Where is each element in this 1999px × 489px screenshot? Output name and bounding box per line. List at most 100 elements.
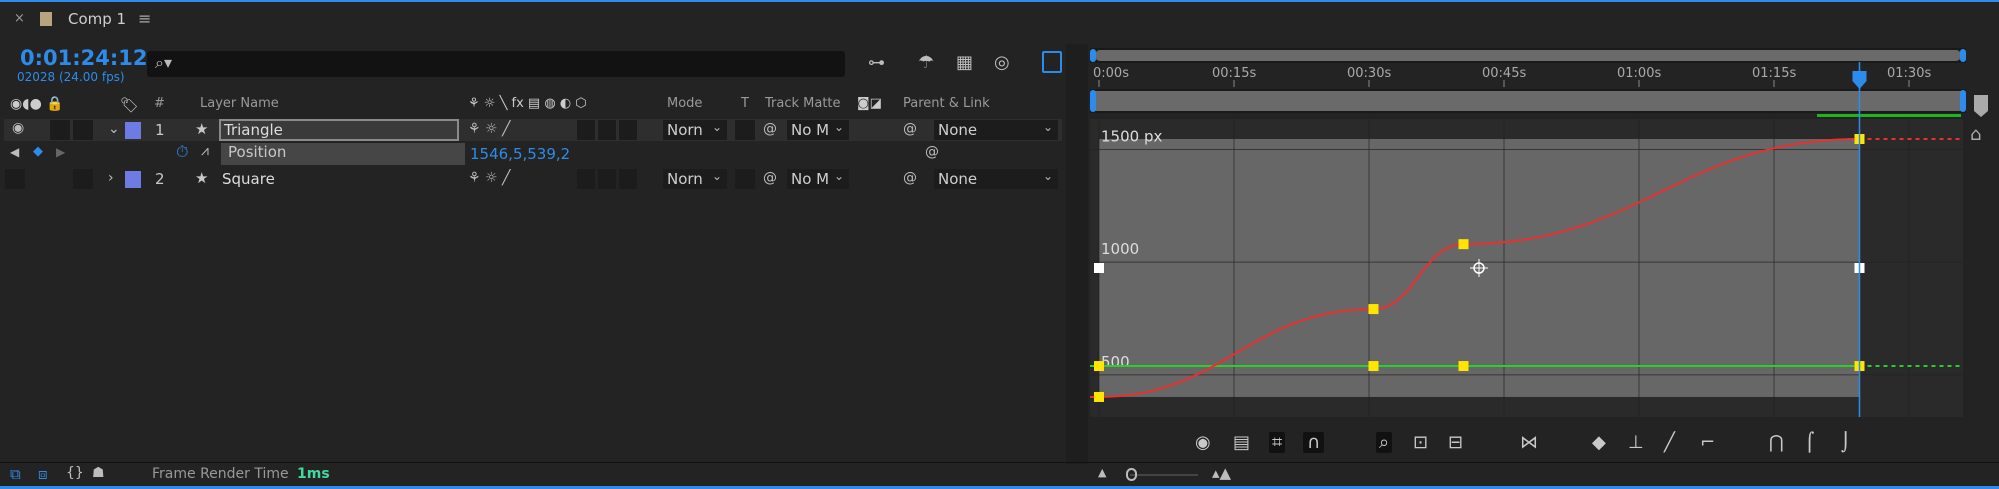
- expand-chevron-down-icon[interactable]: ⌄: [108, 121, 120, 137]
- work-area-end-marker-icon[interactable]: [1974, 95, 1988, 117]
- expression-pickwhip-icon[interactable]: @: [925, 144, 939, 160]
- graph-type-icon[interactable]: ⌂: [1970, 124, 1981, 145]
- parent-pickwhip-icon[interactable]: @: [903, 170, 917, 186]
- transform-box-icon[interactable]: ⌗: [1269, 432, 1286, 453]
- tab-menu-icon[interactable]: ≡: [138, 9, 151, 28]
- switch-box[interactable]: [619, 169, 637, 189]
- draft-3d-icon[interactable]: ☂: [918, 52, 934, 73]
- time-navigator[interactable]: [1095, 50, 1961, 61]
- keyframe[interactable]: [1094, 361, 1104, 372]
- parent-pickwhip-icon[interactable]: @: [903, 121, 917, 137]
- shy-layers-icon[interactable]: ☗: [92, 465, 105, 481]
- lock-toggle[interactable]: [73, 169, 93, 189]
- panel-divider[interactable]: [1066, 44, 1088, 464]
- work-area-bar[interactable]: [1095, 91, 1961, 111]
- mode-dropdown[interactable]: Norn ⌄: [663, 169, 727, 189]
- graph-options-icon[interactable]: ▤: [1233, 432, 1250, 453]
- work-area-start[interactable]: [1090, 90, 1096, 112]
- layer-label-color[interactable]: [125, 122, 141, 139]
- track-matte-dropdown[interactable]: No M ⌄: [787, 169, 849, 189]
- graph-editor-toggle-icon[interactable]: [1042, 51, 1062, 73]
- transform-box-handle[interactable]: [1094, 263, 1104, 273]
- close-tab-button[interactable]: ×: [14, 11, 25, 26]
- keyframe[interactable]: [1368, 304, 1379, 315]
- parent-dropdown[interactable]: None ⌄: [934, 120, 1058, 140]
- expand-chevron-right-icon[interactable]: ›: [108, 170, 114, 186]
- column-t: T: [741, 96, 749, 111]
- search-input[interactable]: ⌕▾: [147, 51, 845, 77]
- navigator-end-handle[interactable]: [1960, 49, 1966, 62]
- ruler-label: 00:45s: [1482, 66, 1526, 81]
- visibility-toggle[interactable]: [5, 169, 25, 189]
- preserve-transparency-toggle[interactable]: [735, 169, 755, 189]
- comp-tab-title[interactable]: Comp 1: [68, 10, 126, 28]
- parent-dropdown[interactable]: None ⌄: [934, 169, 1058, 189]
- switch-box[interactable]: [577, 169, 595, 189]
- easy-ease-icon[interactable]: ⋂: [1769, 432, 1784, 453]
- frame-render-time-label: Frame Render Time: [152, 466, 289, 482]
- linear-keyframe-icon[interactable]: ╱: [1664, 432, 1675, 453]
- graph-editor[interactable]: 0:00s 00:15s 00:30s 00:45s 01:00s 01:15s 01:30…: [1088, 44, 1999, 424]
- mode-dropdown[interactable]: Norn ⌄: [663, 120, 727, 140]
- keyframe[interactable]: [1458, 361, 1469, 372]
- motion-blur-icon[interactable]: ◎: [994, 52, 1010, 73]
- keyframe[interactable]: [1458, 239, 1469, 250]
- solo-toggle[interactable]: [50, 120, 70, 140]
- fit-all-icon[interactable]: ⊟: [1448, 432, 1463, 453]
- matte-pickwhip-icon[interactable]: @: [763, 170, 777, 186]
- navigator-start-handle[interactable]: [1090, 49, 1096, 62]
- zoom-slider-handle[interactable]: [1126, 468, 1137, 481]
- layer-name-field[interactable]: Triangle: [219, 119, 459, 141]
- zoom-slider-track[interactable]: [1130, 474, 1198, 476]
- track-matte-dropdown[interactable]: No M ⌄: [787, 120, 849, 140]
- comp-flowchart-icon[interactable]: ⊶: [868, 53, 885, 73]
- keyframe[interactable]: [1094, 391, 1104, 402]
- snap-magnet-icon[interactable]: ∩: [1303, 432, 1325, 453]
- graph-include-icon[interactable]: ⩘: [201, 143, 209, 159]
- switch-box[interactable]: [577, 120, 595, 140]
- ruler-label: 01:15s: [1752, 66, 1796, 81]
- switch-box[interactable]: [598, 169, 616, 189]
- add-keyframe-diamond-icon[interactable]: ◆: [33, 144, 43, 159]
- work-area-end[interactable]: [1960, 90, 1966, 112]
- stopwatch-icon[interactable]: ⏱: [176, 142, 188, 162]
- layer-switches[interactable]: ⚘ ☼ ╱: [468, 170, 510, 186]
- switch-box[interactable]: [598, 120, 616, 140]
- column-layer-name[interactable]: Layer Name: [200, 96, 279, 116]
- matte-pickwhip-icon[interactable]: @: [763, 121, 777, 137]
- auto-zoom-height-icon[interactable]: ⌕: [1376, 432, 1393, 453]
- auto-bezier-icon[interactable]: ⌐: [1700, 432, 1715, 453]
- edit-keyframe-icon[interactable]: ◆: [1592, 432, 1606, 453]
- prev-keyframe-button[interactable]: ◀: [10, 145, 19, 159]
- frame-blending-icon[interactable]: ▦: [956, 52, 973, 73]
- current-timecode[interactable]: 0:01:24:12: [20, 46, 147, 70]
- zoom-in-mountain-icon[interactable]: ▴▲: [1212, 464, 1231, 482]
- ease-in-icon[interactable]: ⌠: [1805, 432, 1814, 453]
- render-time-toggle-icon[interactable]: ⧈: [38, 465, 48, 483]
- label-tag-icon: 🏷: [120, 96, 140, 114]
- value-axis-label: 500: [1101, 353, 1130, 371]
- zoom-out-mountain-icon[interactable]: ▲: [1098, 466, 1106, 479]
- layer-switches[interactable]: ⚘ ☼ ╱: [468, 121, 510, 137]
- layer-name[interactable]: Square: [222, 170, 275, 188]
- visibility-eye-icon[interactable]: ◉: [12, 120, 24, 136]
- property-name[interactable]: Position: [221, 143, 465, 165]
- keyframe[interactable]: [1368, 361, 1379, 372]
- column-parent-link[interactable]: Parent & Link: [903, 96, 990, 116]
- next-keyframe-button[interactable]: ▶: [56, 145, 65, 159]
- lock-toggle[interactable]: [73, 120, 93, 140]
- column-mode[interactable]: Mode: [667, 96, 702, 116]
- preserve-transparency-toggle[interactable]: [735, 120, 755, 140]
- ease-out-icon[interactable]: ⌡: [1841, 432, 1850, 453]
- hold-keyframe-icon[interactable]: ⊥: [1628, 432, 1644, 453]
- layer-label-color[interactable]: [125, 171, 141, 188]
- position-value[interactable]: 1546,5,539,2: [470, 145, 570, 163]
- switch-box[interactable]: [619, 120, 637, 140]
- column-track-matte[interactable]: Track Matte: [765, 96, 841, 116]
- show-properties-eye-icon[interactable]: ◉: [1195, 432, 1211, 453]
- ruler-label: 00:15s: [1212, 66, 1256, 81]
- separate-dimensions-icon[interactable]: ⋈: [1520, 432, 1538, 453]
- expression-braces-icon[interactable]: {}: [66, 465, 84, 481]
- comp-mini-flowchart-icon[interactable]: ⧉: [10, 465, 21, 483]
- fit-selection-icon[interactable]: ⊡: [1413, 432, 1428, 453]
